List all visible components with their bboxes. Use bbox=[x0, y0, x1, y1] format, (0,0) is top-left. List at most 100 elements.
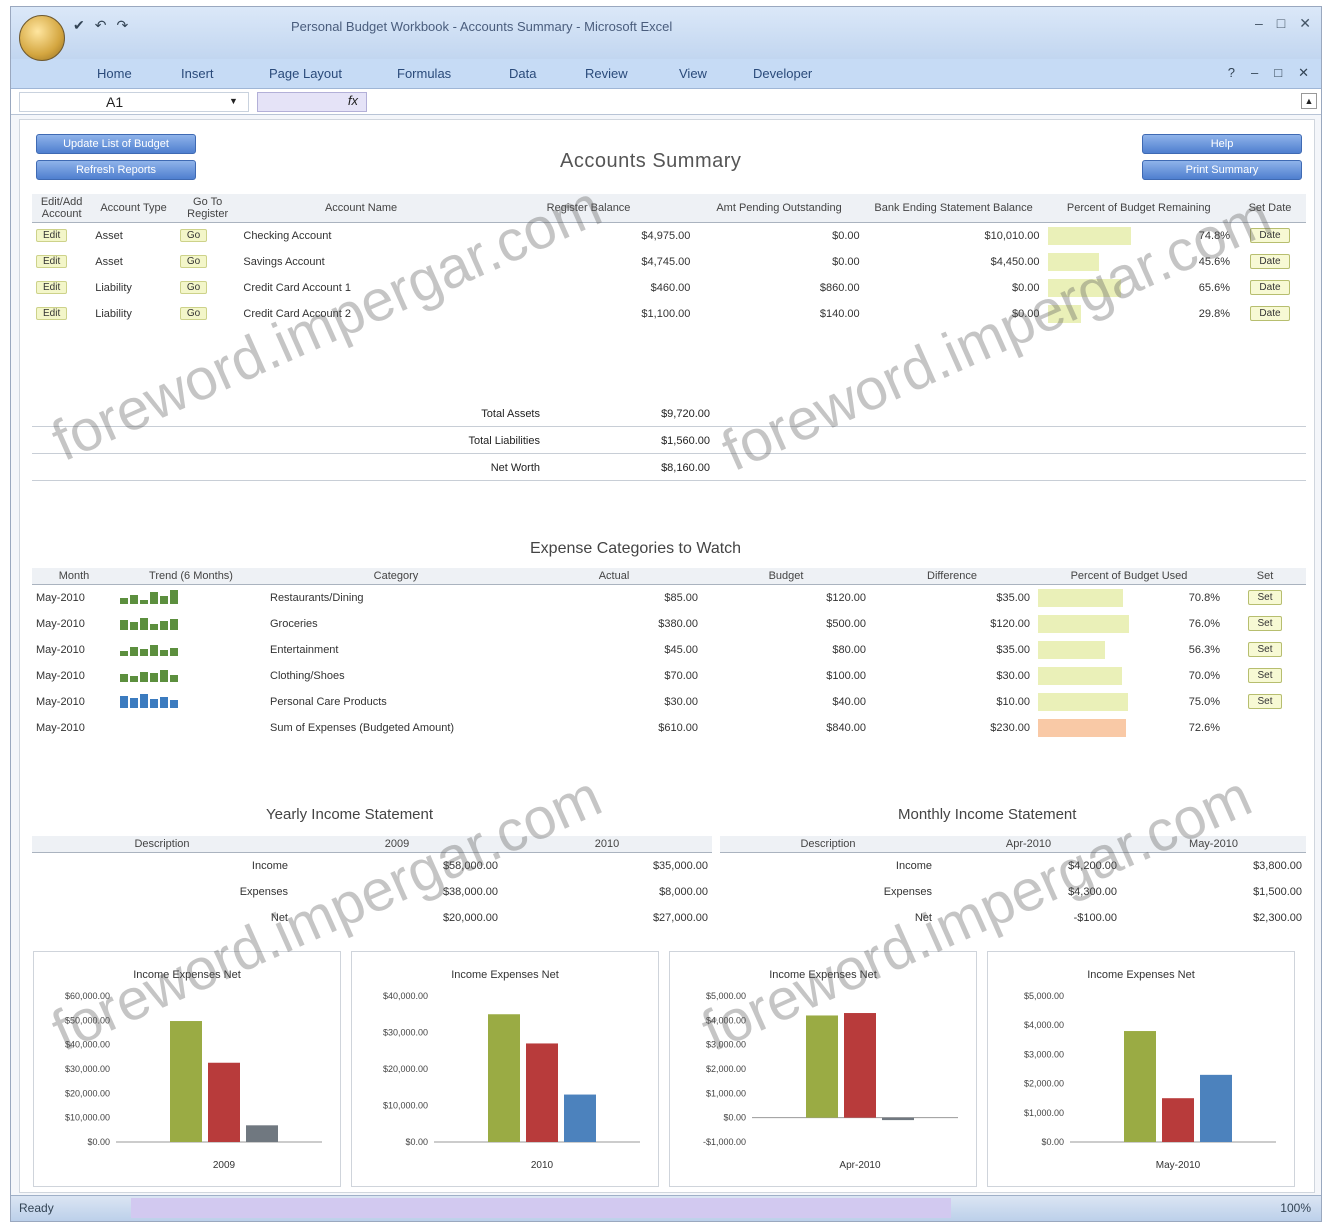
set-date-button[interactable]: Date bbox=[1250, 280, 1290, 295]
y-tick-label: $60,000.00 bbox=[65, 991, 110, 1001]
go-cell: Go bbox=[176, 223, 239, 249]
update-budget-button[interactable]: Update List of Budget bbox=[36, 134, 196, 154]
account-type: Asset bbox=[95, 255, 123, 268]
tab-review[interactable]: Review bbox=[585, 66, 628, 81]
date-cell: Date bbox=[1234, 301, 1306, 327]
chart-svg: Income Expenses Net $0.00 $10,000.00 $20,00… bbox=[383, 969, 640, 1171]
tab-home[interactable]: Home bbox=[97, 66, 132, 81]
set-category-button[interactable]: Set bbox=[1248, 694, 1282, 709]
statement-value-b: $3,800.00 bbox=[1253, 859, 1302, 872]
office-button[interactable] bbox=[19, 15, 65, 61]
go-to-register-button[interactable]: Go bbox=[179, 281, 208, 294]
yearly-col-desc: Description bbox=[32, 836, 292, 853]
expense-month: May-2010 bbox=[36, 669, 85, 682]
y-tick-label: $30,000.00 bbox=[383, 1028, 428, 1038]
ribbon-minimize-icon[interactable]: – bbox=[1251, 65, 1258, 81]
tab-developer[interactable]: Developer bbox=[753, 66, 812, 81]
refresh-reports-button[interactable]: Refresh Reports bbox=[36, 160, 196, 180]
expense-month: May-2010 bbox=[36, 617, 85, 630]
chart-yearly-2009[interactable]: Income Expenses Net $0.00 $10,000.00 $20,00… bbox=[33, 951, 341, 1187]
expense-month: May-2010 bbox=[36, 721, 85, 734]
accounts-table: Edit/Add Account Account Type Go To Regi… bbox=[32, 194, 1306, 327]
undo-icon[interactable]: ↶ bbox=[95, 17, 107, 34]
col-actual: Actual bbox=[526, 568, 702, 585]
bar-expenses bbox=[844, 1013, 876, 1118]
print-summary-button[interactable]: Print Summary bbox=[1142, 160, 1302, 180]
table-row: May-2010 Groceries $380.00 $500.00 $120.00 76… bbox=[32, 611, 1306, 637]
y-tick-label: $20,000.00 bbox=[383, 1064, 428, 1074]
set-date-button[interactable]: Date bbox=[1250, 254, 1290, 269]
bank-balance: $0.00 bbox=[1012, 281, 1040, 294]
redo-icon[interactable]: ↷ bbox=[116, 17, 128, 34]
bar-net bbox=[882, 1117, 914, 1121]
name-box[interactable]: A1 bbox=[19, 92, 249, 112]
chart-yearly-2010[interactable]: Income Expenses Net $0.00 $10,000.00 $20,00… bbox=[351, 951, 659, 1187]
chevron-down-icon[interactable]: ▼ bbox=[229, 96, 238, 106]
pct-used-bar bbox=[1038, 640, 1105, 659]
set-category-button[interactable]: Set bbox=[1248, 616, 1282, 631]
chart-svg: Income Expenses Net $0.00 $10,000.00 $20,00… bbox=[65, 969, 322, 1171]
x-category-label: May-2010 bbox=[1156, 1160, 1201, 1171]
save-icon[interactable]: ✔ bbox=[73, 17, 85, 34]
edit-account-button[interactable]: Edit bbox=[36, 307, 68, 320]
set-category-button[interactable]: Set bbox=[1248, 642, 1282, 657]
y-tick-label: -$1,000.00 bbox=[703, 1137, 746, 1147]
chart-svg: Income Expenses Net -$1,000.00 $0.00 $1,000… bbox=[703, 969, 958, 1171]
pct-used-cell: 72.6% bbox=[1034, 715, 1224, 741]
tab-page-layout[interactable]: Page Layout bbox=[269, 66, 342, 81]
chart-monthly-apr[interactable]: Income Expenses Net -$1,000.00 $0.00 $1,000… bbox=[669, 951, 977, 1187]
set-date-button[interactable]: Date bbox=[1250, 306, 1290, 321]
tab-insert[interactable]: Insert bbox=[181, 66, 214, 81]
chart-monthly-may[interactable]: Income Expenses Net $0.00 $1,000.00 $2,000.… bbox=[987, 951, 1295, 1187]
pct-used-cell: 75.0% bbox=[1034, 689, 1224, 715]
y-tick-label: $2,000.00 bbox=[706, 1064, 746, 1074]
pending-amount: $140.00 bbox=[819, 307, 860, 320]
col-pct-used: Percent of Budget Used bbox=[1034, 568, 1224, 585]
tab-formulas[interactable]: Formulas bbox=[397, 66, 451, 81]
tab-data[interactable]: Data bbox=[509, 66, 536, 81]
excel-window: ✔ ↶ ↷ Personal Budget Workbook - Account… bbox=[10, 6, 1322, 1222]
sheet-tabs-area[interactable] bbox=[131, 1198, 951, 1218]
go-cell: Go bbox=[176, 301, 239, 327]
ribbon-restore-icon[interactable]: □ bbox=[1274, 65, 1282, 81]
go-to-register-button[interactable]: Go bbox=[179, 229, 208, 243]
date-cell: Date bbox=[1234, 275, 1306, 301]
statement-desc: Net bbox=[914, 911, 932, 924]
table-row: Income $4,200.00 $3,800.00 bbox=[720, 853, 1306, 879]
pct-used-text: 75.0% bbox=[1188, 695, 1220, 708]
set-category-button[interactable]: Set bbox=[1248, 668, 1282, 683]
edit-account-button[interactable]: Edit bbox=[36, 255, 68, 268]
expense-difference: $10.00 bbox=[996, 695, 1030, 708]
monthly-col-b: May-2010 bbox=[1121, 836, 1306, 853]
go-to-register-button[interactable]: Go bbox=[179, 307, 208, 320]
zoom-level[interactable]: 100% bbox=[1280, 1201, 1311, 1215]
edit-account-button[interactable]: Edit bbox=[36, 281, 68, 294]
edit-account-button[interactable]: Edit bbox=[36, 229, 68, 243]
minimize-icon[interactable]: – bbox=[1255, 15, 1263, 32]
statement-value-b: $2,300.00 bbox=[1253, 911, 1302, 924]
tab-view[interactable]: View bbox=[679, 66, 707, 81]
fx-button[interactable]: fx bbox=[257, 92, 367, 112]
expense-month: May-2010 bbox=[36, 591, 85, 604]
close-icon[interactable]: ✕ bbox=[1299, 15, 1311, 32]
set-category-button[interactable]: Set bbox=[1248, 590, 1282, 606]
pct-used-cell: 70.8% bbox=[1034, 585, 1224, 611]
maximize-icon[interactable]: □ bbox=[1277, 15, 1285, 32]
bar-expenses bbox=[208, 1062, 240, 1142]
go-to-register-button[interactable]: Go bbox=[179, 255, 208, 268]
table-row: May-2010 Personal Care Products $30.00 $40.… bbox=[32, 689, 1306, 715]
x-category-label: 2010 bbox=[531, 1160, 554, 1171]
statement-value-b: $35,000.00 bbox=[652, 859, 708, 872]
percent-bar bbox=[1047, 278, 1121, 297]
expense-difference: $120.00 bbox=[990, 617, 1030, 630]
col-pending: Amt Pending Outstanding bbox=[694, 194, 864, 223]
col-budget: Budget bbox=[702, 568, 870, 585]
help-button[interactable]: Help bbox=[1142, 134, 1302, 154]
register-balance: $4,745.00 bbox=[641, 255, 691, 268]
expand-formula-icon[interactable]: ▲ bbox=[1301, 93, 1317, 109]
col-bank: Bank Ending Statement Balance bbox=[863, 194, 1044, 223]
set-date-button[interactable]: Date bbox=[1250, 228, 1290, 244]
help-icon[interactable]: ? bbox=[1228, 65, 1235, 81]
ribbon-close-icon[interactable]: ✕ bbox=[1298, 65, 1309, 81]
status-bar: Ready 100% bbox=[11, 1195, 1321, 1221]
